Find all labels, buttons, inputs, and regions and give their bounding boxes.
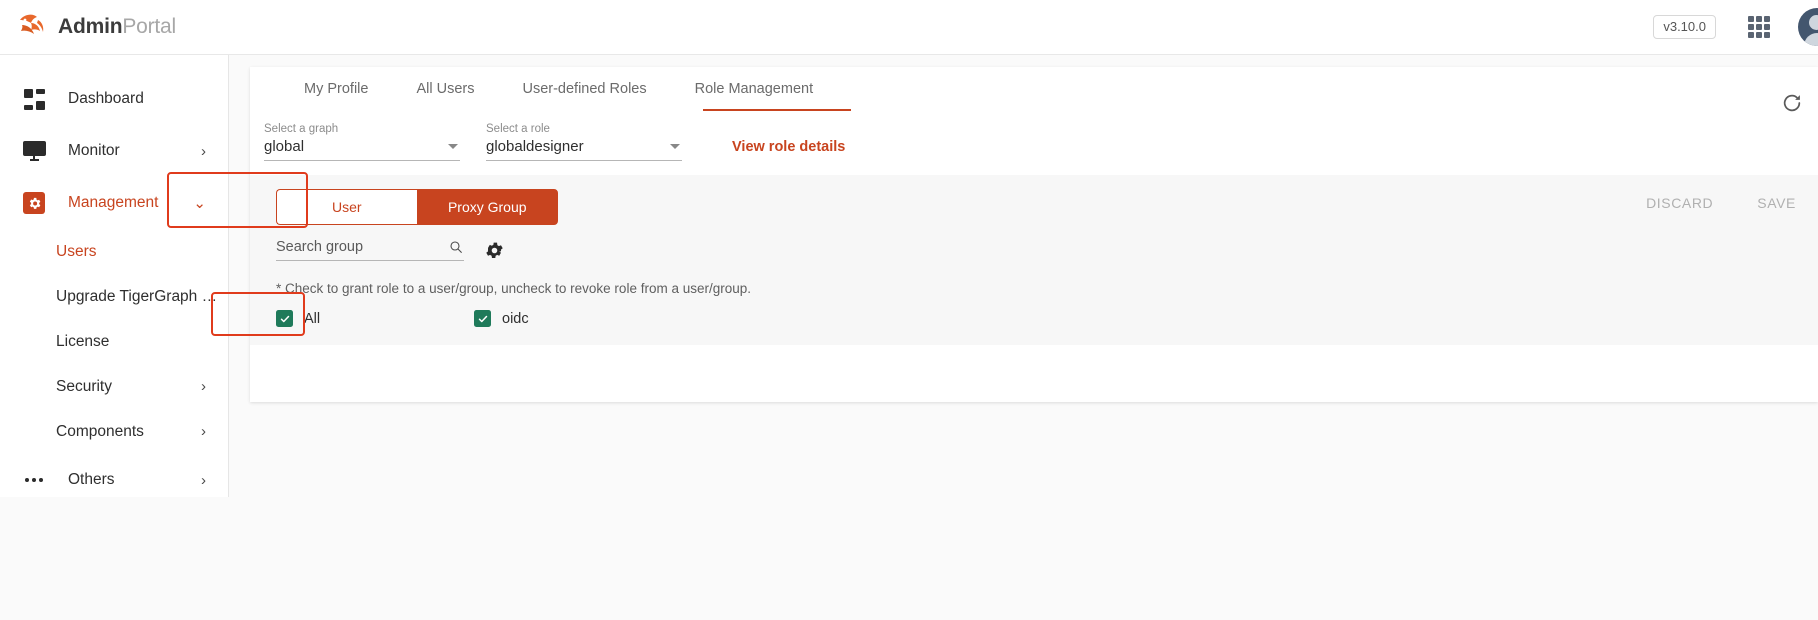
checkbox-label: All bbox=[304, 311, 320, 327]
toggle-user-button[interactable]: User bbox=[276, 189, 417, 225]
sidebar-item-upgrade-tigergraph[interactable]: Upgrade TigerGraph … bbox=[0, 274, 228, 319]
user-proxygroup-toggle: User Proxy Group bbox=[276, 189, 558, 225]
checkbox-item-all[interactable]: All bbox=[276, 310, 474, 327]
sidebar-sub-label: Components bbox=[56, 423, 144, 441]
sidebar-sub-label: Upgrade TigerGraph … bbox=[56, 288, 217, 306]
caret-down-icon bbox=[670, 144, 680, 149]
role-assignment-panel: User Proxy Group * Check to grant bbox=[250, 175, 1818, 345]
monitor-screen-icon bbox=[22, 139, 46, 163]
role-select-label: Select a role bbox=[486, 123, 682, 135]
sidebar: Dashboard Monitor › Management ⌄ Users U… bbox=[0, 55, 229, 497]
search-icon bbox=[448, 239, 464, 255]
sidebar-item-management[interactable]: Management ⌄ bbox=[0, 177, 228, 229]
grid-apps-icon[interactable] bbox=[1748, 16, 1770, 38]
tiger-logo-icon bbox=[14, 11, 48, 43]
checkbox-row: All oidc bbox=[276, 310, 1818, 327]
role-select-value: globaldesigner bbox=[486, 138, 584, 155]
search-input[interactable] bbox=[276, 239, 426, 255]
sidebar-item-security[interactable]: Security › bbox=[0, 364, 228, 409]
view-role-details-link[interactable]: View role details bbox=[732, 139, 845, 155]
sidebar-item-components[interactable]: Components › bbox=[0, 409, 228, 454]
chevron-right-icon: › bbox=[201, 473, 206, 488]
graph-select-label: Select a graph bbox=[264, 123, 460, 135]
role-select[interactable]: Select a role globaldesigner bbox=[486, 123, 682, 161]
checkbox-checked-icon[interactable] bbox=[276, 310, 293, 327]
checkbox-item-oidc[interactable]: oidc bbox=[474, 310, 529, 327]
dashboard-squares-icon bbox=[22, 87, 46, 111]
chevron-right-icon: › bbox=[201, 144, 206, 159]
search-group-box[interactable] bbox=[276, 239, 464, 261]
gear-icon[interactable] bbox=[484, 240, 505, 261]
sidebar-item-users[interactable]: Users bbox=[0, 229, 228, 274]
chevron-down-icon: ⌄ bbox=[193, 196, 206, 211]
brand-portal-text: Portal bbox=[122, 15, 176, 38]
ellipsis-icon bbox=[22, 468, 46, 492]
sidebar-item-label: Others bbox=[68, 471, 115, 489]
sidebar-item-license[interactable]: License bbox=[0, 319, 228, 364]
sidebar-item-dashboard[interactable]: Dashboard bbox=[0, 73, 228, 125]
sidebar-item-label: Monitor bbox=[68, 142, 120, 160]
checkbox-checked-icon[interactable] bbox=[474, 310, 491, 327]
grant-revoke-hint: * Check to grant role to a user/group, u… bbox=[276, 281, 1818, 296]
tab-bar: My Profile All Users User-defined Roles … bbox=[250, 67, 1818, 111]
content-panel: My Profile All Users User-defined Roles … bbox=[250, 67, 1818, 402]
version-badge: v3.10.0 bbox=[1653, 15, 1716, 39]
user-avatar[interactable] bbox=[1798, 8, 1818, 46]
gear-square-icon bbox=[22, 191, 46, 215]
top-bar: AdminPortal v3.10.0 bbox=[0, 0, 1818, 55]
brand-admin-text: Admin bbox=[58, 15, 122, 38]
sidebar-item-others[interactable]: Others › bbox=[0, 454, 228, 506]
panel-actions: DISCARD SAVE bbox=[1624, 195, 1818, 211]
tab-role-management[interactable]: Role Management bbox=[671, 67, 838, 111]
save-button[interactable]: SAVE bbox=[1735, 195, 1818, 211]
page-body: Dashboard Monitor › Management ⌄ Users U… bbox=[0, 55, 1818, 620]
sidebar-sub-label: License bbox=[56, 333, 109, 351]
brand-logo-group[interactable]: AdminPortal bbox=[14, 11, 176, 43]
caret-down-icon bbox=[448, 144, 458, 149]
checkbox-label: oidc bbox=[502, 311, 529, 327]
search-row bbox=[276, 239, 1818, 261]
discard-button[interactable]: DISCARD bbox=[1624, 195, 1735, 211]
sidebar-item-monitor[interactable]: Monitor › bbox=[0, 125, 228, 177]
top-bar-right: v3.10.0 bbox=[1653, 0, 1818, 54]
graph-select-value: global bbox=[264, 138, 304, 155]
sidebar-sub-label: Users bbox=[56, 243, 96, 261]
chevron-right-icon: › bbox=[201, 423, 206, 440]
sidebar-item-label: Dashboard bbox=[68, 90, 144, 108]
tab-all-users[interactable]: All Users bbox=[392, 67, 498, 111]
sidebar-sub-label: Security bbox=[56, 378, 112, 396]
chevron-right-icon: › bbox=[201, 378, 206, 395]
graph-select[interactable]: Select a graph global bbox=[264, 123, 460, 161]
brand-title: AdminPortal bbox=[58, 15, 176, 39]
tab-user-defined-roles[interactable]: User-defined Roles bbox=[498, 67, 670, 111]
selectors-row: Select a graph global Select a role glob… bbox=[250, 111, 1818, 161]
sidebar-item-label: Management bbox=[68, 194, 158, 212]
toggle-proxy-group-button[interactable]: Proxy Group bbox=[417, 189, 559, 225]
tab-my-profile[interactable]: My Profile bbox=[280, 67, 392, 111]
